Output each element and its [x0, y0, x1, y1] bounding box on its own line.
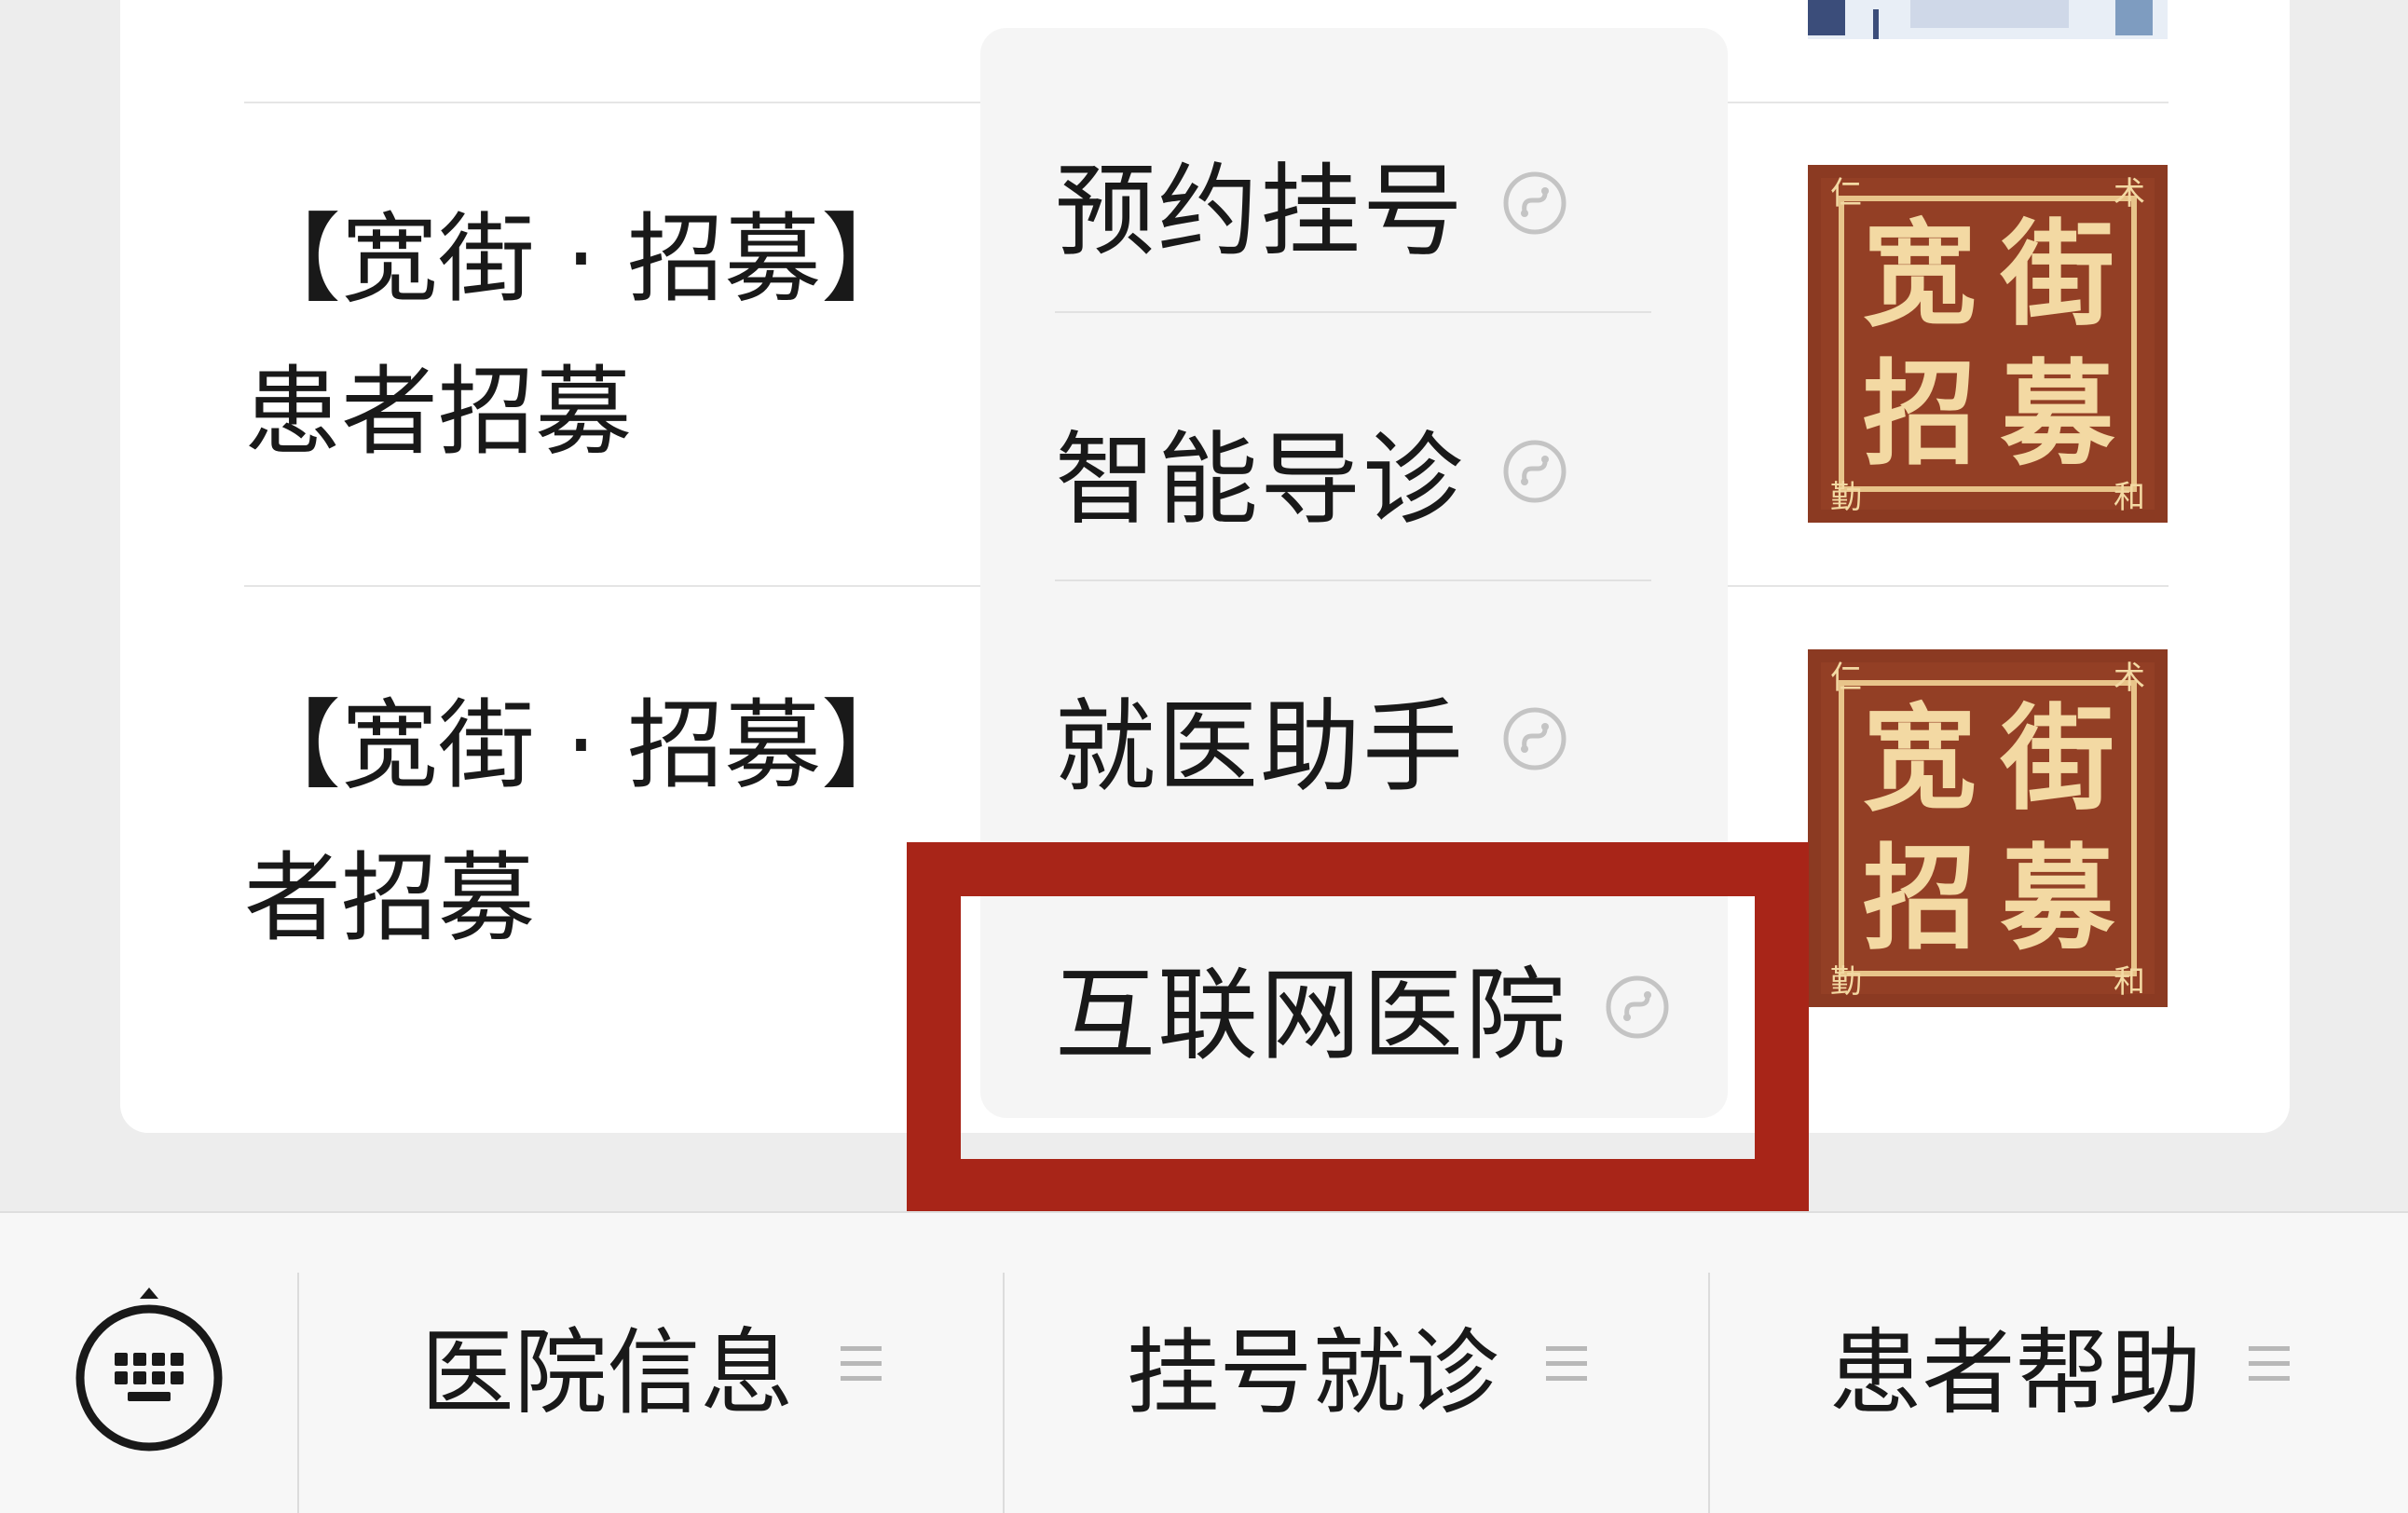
menu-lines-icon — [2248, 1346, 2290, 1381]
menu-item-label: 就医助手 — [1055, 689, 1466, 806]
menu-item-smart-triage[interactable]: 智能导诊 — [980, 338, 1728, 605]
menu-item-appointment[interactable]: 预约挂号 — [980, 70, 1728, 336]
mini-program-icon — [1503, 707, 1567, 770]
keyboard-icon — [75, 1288, 223, 1452]
menu-item-label: 智能导诊 — [1055, 422, 1466, 538]
thumb-corner-char: 仁 — [1830, 660, 1862, 697]
thumb-corner-char: 仁 — [1830, 175, 1862, 212]
tab-registration[interactable]: 挂号就诊 — [1005, 1213, 1708, 1513]
tab-hospital-info[interactable]: 医院信息 — [299, 1213, 1003, 1513]
thumb-corner-char: 和 — [2114, 963, 2145, 1001]
tab-patient-help[interactable]: 患者帮助 — [1710, 1213, 2408, 1513]
thumb-corner-char: 和 — [2114, 479, 2145, 516]
menu-item-label: 预约挂号 — [1055, 154, 1466, 270]
bottom-menu-bar: 医院信息 挂号就诊 患者帮助 — [0, 1211, 2408, 1513]
tab-label: 医院信息 — [420, 1317, 794, 1427]
article-thumbnail[interactable]: 宽 街 招 募 仁 术 勤 和 — [1808, 165, 2168, 523]
thumb-char: 募 — [2000, 833, 2115, 965]
screen: 【宽街 · 招募】 患者招募 宽 街 招 募 仁 术 勤 和 【宽街 · 招募】… — [0, 0, 2408, 1513]
menu-item-medical-assistant[interactable]: 就医助手 — [980, 606, 1728, 872]
thumb-char: 宽 — [1863, 209, 1977, 341]
thumb-char: 街 — [2000, 693, 2114, 825]
article-title[interactable]: 【宽街 · 招募】 者招募 — [244, 669, 1008, 976]
thumb-char: 宽 — [1863, 693, 1977, 825]
highlight-annotation-box — [907, 842, 1809, 1213]
menu-lines-icon — [1545, 1346, 1587, 1381]
mini-program-icon — [1503, 440, 1567, 503]
menu-separator — [1055, 579, 1651, 581]
mini-program-icon — [1503, 171, 1567, 235]
thumb-corner-char: 术 — [2114, 660, 2145, 697]
thumb-char: 募 — [2000, 348, 2115, 481]
tab-label: 挂号就诊 — [1126, 1317, 1499, 1427]
article-thumbnail-partial[interactable] — [1808, 0, 2168, 39]
thumb-char: 招 — [1863, 348, 1977, 481]
keyboard-toggle-button[interactable] — [0, 1213, 298, 1513]
thumb-char: 招 — [1863, 833, 1977, 965]
menu-lines-icon — [840, 1346, 882, 1381]
menu-separator — [1055, 311, 1651, 313]
tab-label: 患者帮助 — [1828, 1317, 2202, 1427]
thumb-corner-char: 勤 — [1830, 479, 1862, 516]
thumb-corner-char: 勤 — [1830, 963, 1862, 1001]
article-thumbnail[interactable]: 宽 街 招 募 仁 术 勤 和 — [1808, 649, 2168, 1007]
article-title[interactable]: 【宽街 · 招募】 患者招募 — [244, 183, 1008, 490]
thumb-corner-char: 术 — [2114, 175, 2145, 212]
thumb-char: 街 — [2000, 209, 2114, 341]
